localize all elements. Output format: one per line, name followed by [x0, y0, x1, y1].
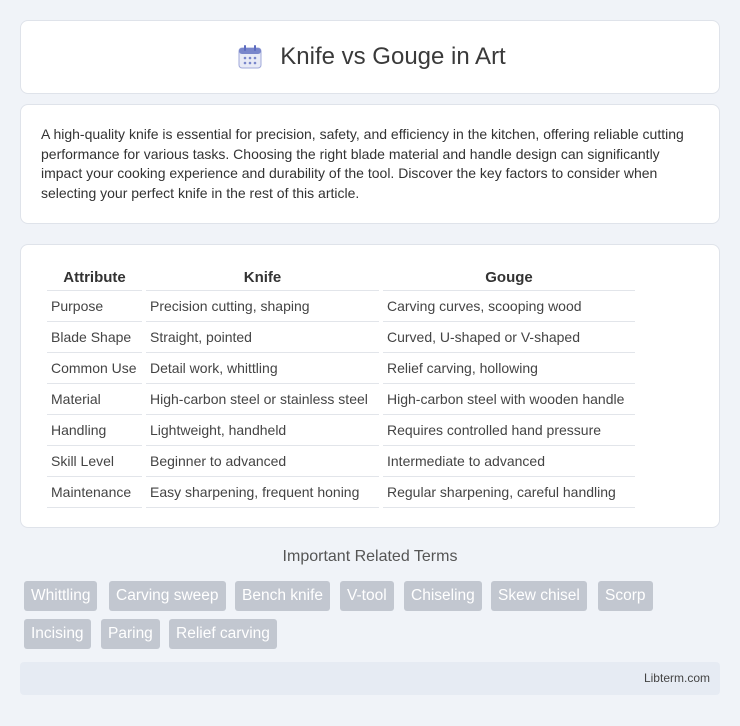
title-wrap: Knife vs Gouge in Art: [234, 41, 506, 73]
cell-gouge: Intermediate to advanced: [383, 446, 635, 477]
tag-scorp[interactable]: Scorp: [598, 581, 653, 611]
cell-attribute: Material: [47, 384, 142, 415]
comparison-card: Attribute Knife Gouge Purpose Precision …: [20, 244, 720, 528]
tag-relief-carving[interactable]: Relief carving: [169, 619, 277, 649]
cell-attribute: Handling: [47, 415, 142, 446]
cell-knife: Detail work, whittling: [146, 353, 379, 384]
header-knife: Knife: [146, 265, 379, 291]
table-row: Material High-carbon steel or stainless …: [47, 384, 635, 415]
header-gouge: Gouge: [383, 265, 635, 291]
cell-gouge: Carving curves, scooping wood: [383, 291, 635, 322]
table-header-row: Attribute Knife Gouge: [47, 265, 635, 291]
tag-skew-chisel[interactable]: Skew chisel: [491, 581, 587, 611]
cell-attribute: Maintenance: [47, 477, 142, 508]
table-row: Purpose Precision cutting, shaping Carvi…: [47, 291, 635, 322]
intro-text: A high-quality knife is essential for pr…: [41, 126, 684, 201]
footer-site-link[interactable]: Libterm.com: [644, 671, 710, 685]
page-title: Knife vs Gouge in Art: [280, 43, 506, 70]
tag-whittling[interactable]: Whittling: [24, 581, 98, 611]
cell-gouge: High-carbon steel with wooden handle: [383, 384, 635, 415]
cell-gouge: Relief carving, hollowing: [383, 353, 635, 384]
table-row: Blade Shape Straight, pointed Curved, U-…: [47, 322, 635, 353]
related-terms-title: Important Related Terms: [282, 548, 458, 565]
cell-knife: Straight, pointed: [146, 322, 379, 353]
cell-attribute: Blade Shape: [47, 322, 142, 353]
cell-gouge: Curved, U-shaped or V-shaped: [383, 322, 635, 353]
cell-knife: High-carbon steel or stainless steel: [146, 384, 379, 415]
comparison-table: Attribute Knife Gouge Purpose Precision …: [43, 265, 639, 508]
table-row: Skill Level Beginner to advanced Interme…: [47, 446, 635, 477]
cell-knife: Lightweight, handheld: [146, 415, 379, 446]
tag-v-tool[interactable]: V-tool: [340, 581, 394, 611]
cell-gouge: Regular sharpening, careful handling: [383, 477, 635, 508]
intro-card: A high-quality knife is essential for pr…: [20, 104, 720, 224]
cell-knife: Beginner to advanced: [146, 446, 379, 477]
header-card: Knife vs Gouge in Art: [20, 20, 720, 94]
tag-paring[interactable]: Paring: [101, 619, 160, 649]
table-row: Common Use Detail work, whittling Relief…: [47, 353, 635, 384]
cell-knife: Easy sharpening, frequent honing: [146, 477, 379, 508]
tag-chiseling[interactable]: Chiseling: [404, 581, 482, 611]
footer: Libterm.com: [20, 662, 720, 695]
tag-carving-sweep[interactable]: Carving sweep: [109, 581, 226, 611]
calendar-icon: [234, 41, 266, 73]
table-row: Handling Lightweight, handheld Requires …: [47, 415, 635, 446]
header-attribute: Attribute: [47, 265, 142, 291]
cell-attribute: Skill Level: [47, 446, 142, 477]
tag-incising[interactable]: Incising: [24, 619, 91, 649]
cell-attribute: Common Use: [47, 353, 142, 384]
cell-attribute: Purpose: [47, 291, 142, 322]
table-row: Maintenance Easy sharpening, frequent ho…: [47, 477, 635, 508]
tag-bench-knife[interactable]: Bench knife: [235, 581, 330, 611]
cell-gouge: Requires controlled hand pressure: [383, 415, 635, 446]
cell-knife: Precision cutting, shaping: [146, 291, 379, 322]
